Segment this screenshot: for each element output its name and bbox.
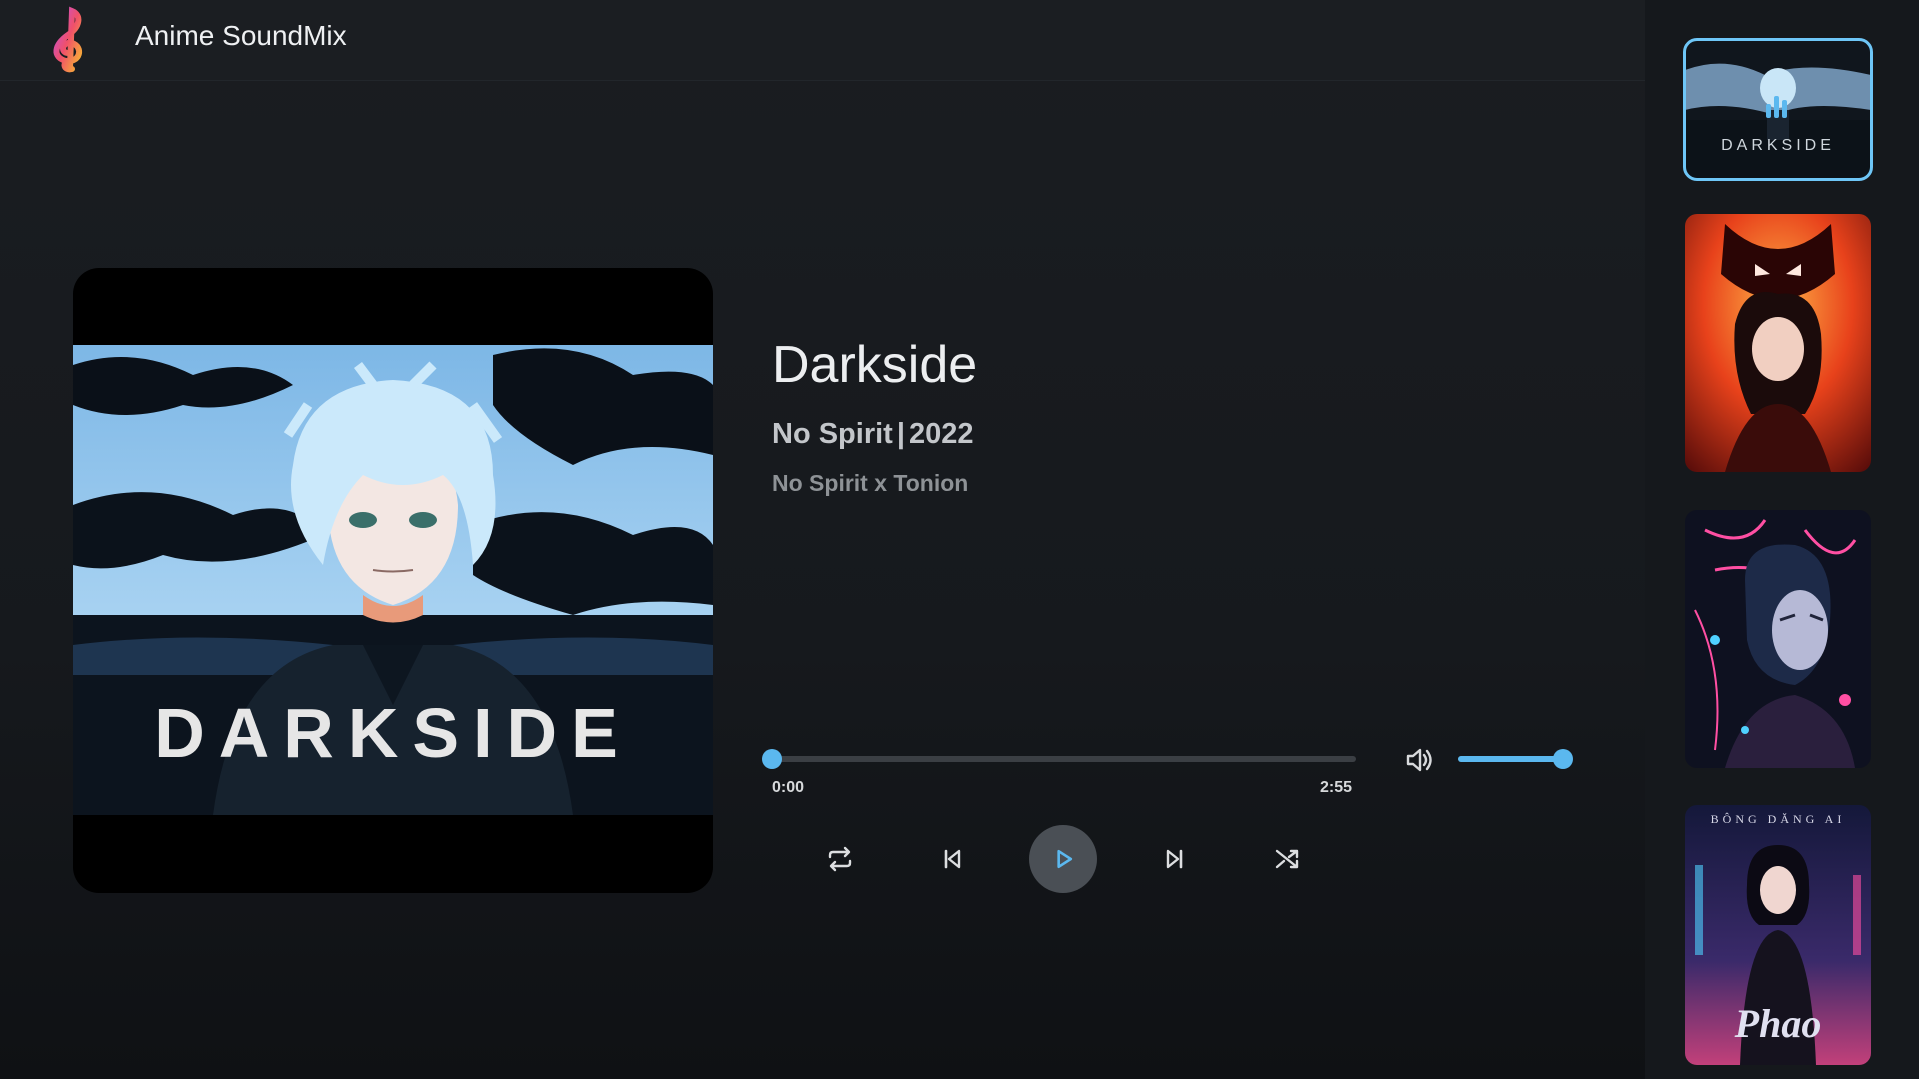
skip-previous-icon [944,849,961,869]
main-panel: Anime SoundMix DARKSIDE Darkside No Spir… [0,0,1645,1079]
cover-artwork: DARKSIDE [73,345,713,815]
track-artist: No Spirit [772,418,893,450]
progress-thumb[interactable] [762,749,782,769]
playlist-item-cover-text: DARKSIDE [1721,137,1835,154]
track-year: 2022 [908,418,974,450]
eq-bar-icon [1766,104,1771,118]
previous-button[interactable] [930,837,974,881]
playlist-item-4[interactable]: BÔNG DĂNG AI Phao [1685,805,1871,1065]
volume-fill [1458,756,1563,762]
volume-icon[interactable] [1402,743,1436,777]
shuffle-button[interactable] [1265,837,1309,881]
track-title: Darkside [772,336,978,394]
top-bar: Anime SoundMix [0,0,1645,81]
track-credits: No Spirit x Tonion [772,470,969,496]
play-button[interactable] [1029,825,1097,893]
subtitle-separator: | [896,418,905,450]
repeat-icon [828,846,852,872]
skip-next-icon [1166,849,1183,869]
track-subtitle: No Spirit | 2022 [772,418,973,451]
app-title: Anime SoundMix [135,20,347,51]
playlist-item-darkside[interactable]: DARKSIDE [1683,38,1873,181]
playlist-item-caption: BÔNG DĂNG AI [1711,812,1846,826]
volume-slider[interactable] [1458,749,1573,769]
cover-title-text: DARKSIDE [154,694,632,772]
progress-slider[interactable] [762,749,1356,769]
current-time: 0:00 [772,779,805,796]
play-icon [1057,849,1073,869]
progress-rail [772,756,1356,762]
volume-thumb[interactable] [1553,749,1573,769]
next-button[interactable] [1153,837,1197,881]
playlist-item-3[interactable] [1685,510,1871,768]
shuffle-icon [1275,849,1299,869]
treble-clef-logo-icon [38,5,102,77]
playlist-item-2[interactable] [1685,214,1871,472]
total-time: 2:55 [1320,779,1353,796]
playlist-sidebar: DARKSIDE BÔNG DĂNG AI Phao [1645,0,1919,1079]
album-cover: DARKSIDE [73,268,713,893]
repeat-button[interactable] [818,837,862,881]
playlist-item-cover-text: Phao [1734,1001,1822,1046]
